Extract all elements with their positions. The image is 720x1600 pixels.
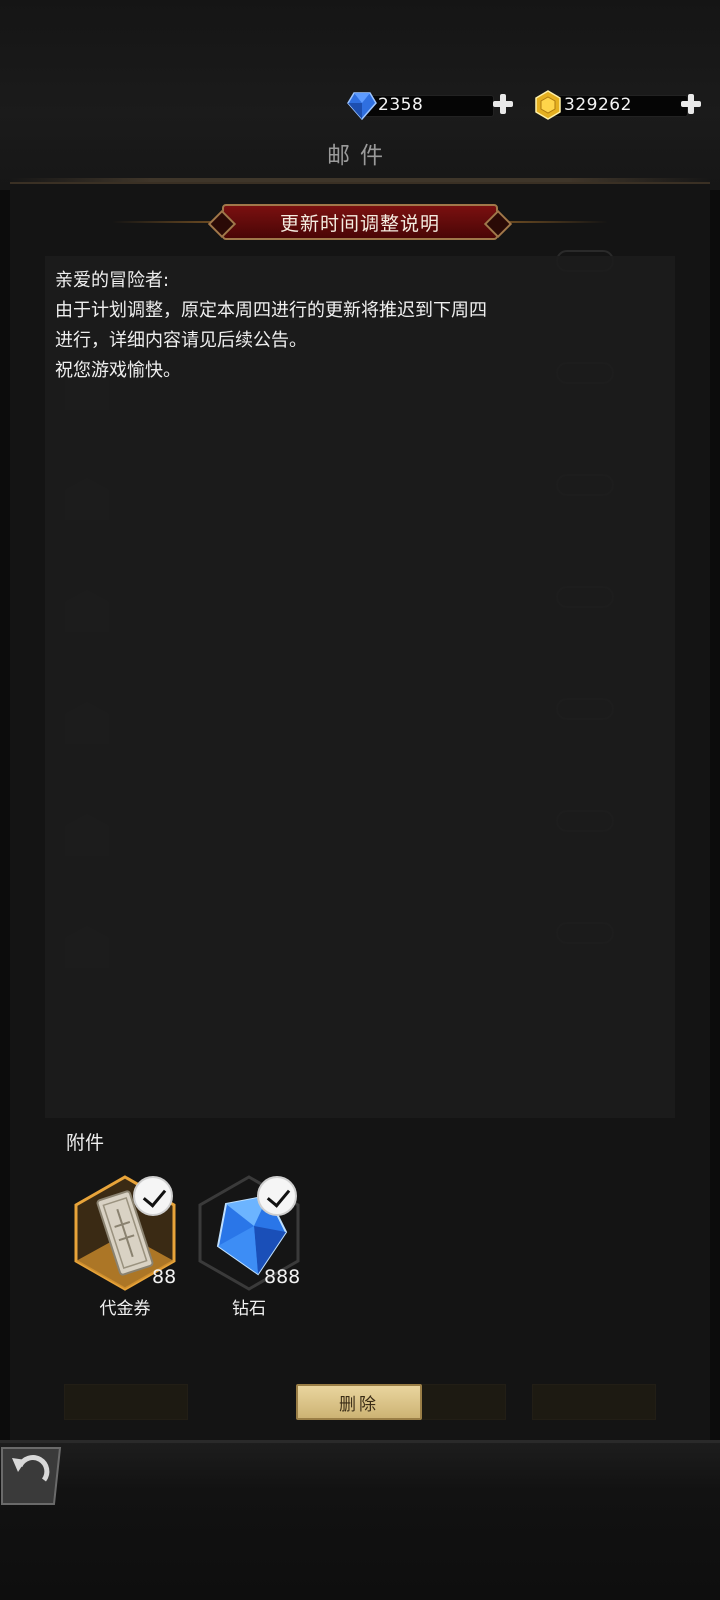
diamond-label: 钻石 <box>232 1299 266 1319</box>
diamond-amount: 2358 <box>378 95 424 115</box>
mail-greeting: 亲爱的冒险者: <box>55 270 170 291</box>
gold-coin-icon <box>535 90 561 120</box>
add-diamond-button[interactable] <box>492 93 514 115</box>
selected-check-icon <box>133 1176 173 1216</box>
selected-check-icon <box>257 1176 297 1216</box>
add-gold-button[interactable] <box>680 93 702 115</box>
diamond-count: 888 <box>264 1266 301 1288</box>
mail-body-line: 进行，详细内容请见后续公告。 <box>55 330 307 351</box>
background-button <box>64 1384 188 1420</box>
background-button <box>532 1384 656 1420</box>
page-title: 邮件 <box>327 143 393 169</box>
title-divider-left <box>112 221 212 223</box>
back-arrow-icon[interactable] <box>0 1444 62 1506</box>
gold-currency: 329262 <box>532 90 712 120</box>
title-divider-right <box>508 221 608 223</box>
voucher-label: 代金券 <box>99 1299 151 1319</box>
bottom-bar <box>0 1440 720 1600</box>
mail-body-line: 由于计划调整，原定本周四进行的更新将推迟到下周四 <box>55 300 487 321</box>
gold-amount: 329262 <box>564 95 632 115</box>
mail-title: 更新时间调整说明 <box>222 204 498 240</box>
delete-button[interactable]: 删除 <box>296 1384 422 1420</box>
diamond-currency: 2358 <box>346 91 516 121</box>
attachments-label: 附件 <box>66 1132 105 1154</box>
mail-closing: 祝您游戏愉快。 <box>55 360 181 381</box>
voucher-count: 88 <box>152 1266 177 1288</box>
blue-gem-icon <box>347 92 377 121</box>
